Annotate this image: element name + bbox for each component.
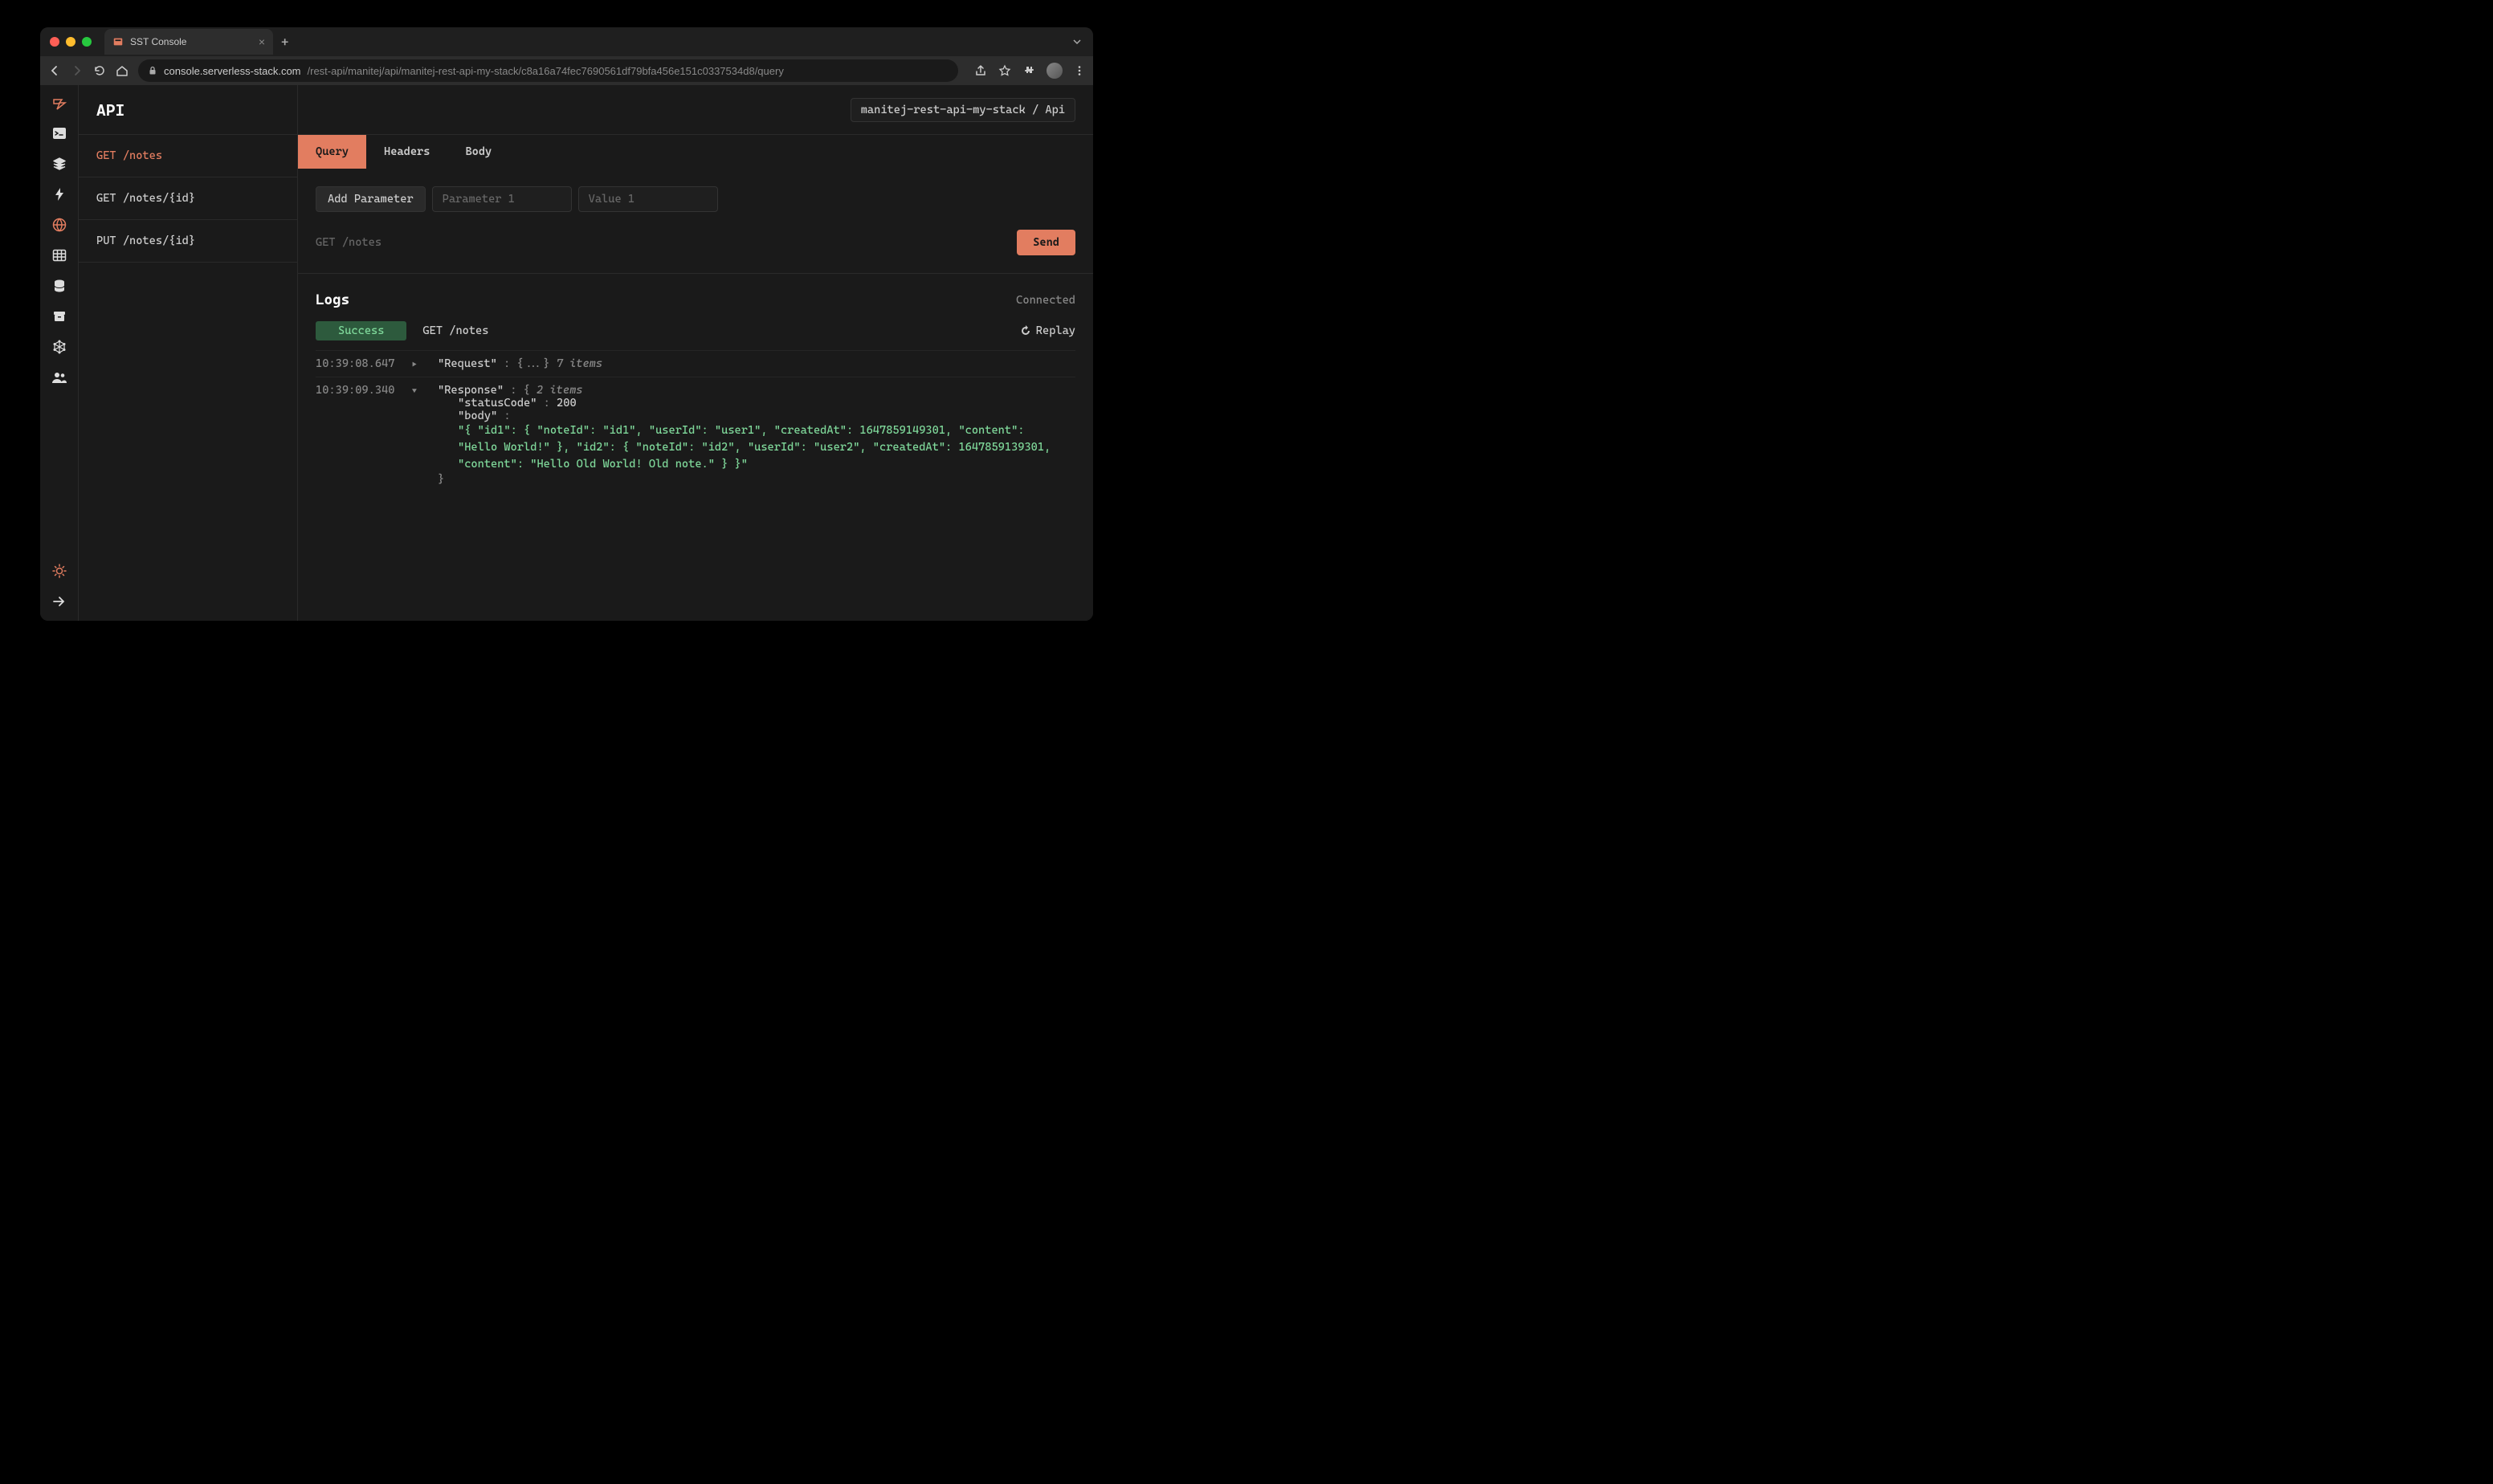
lock-icon — [148, 66, 157, 75]
log-row-response: 10:39:09.340 ▼ "Response" : { 2 items "s… — [316, 377, 1075, 492]
app: API GET /notes GET /notes/{id} PUT /note… — [40, 85, 1093, 621]
main-header: manitej-rest-api-my-stack / Api — [298, 85, 1093, 135]
home-button[interactable] — [116, 64, 129, 77]
logs-section: Logs Connected Success GET /notes Replay… — [298, 273, 1093, 621]
archive-icon[interactable] — [51, 308, 67, 324]
window-controls — [50, 37, 92, 47]
graphql-icon[interactable] — [51, 339, 67, 355]
extensions-icon[interactable] — [1022, 64, 1035, 77]
url-field[interactable]: console.serverless-stack.com/rest-api/ma… — [138, 59, 958, 82]
status-badge: Success — [316, 321, 406, 340]
main-panel: manitej-rest-api-my-stack / Api Query He… — [298, 85, 1093, 621]
send-button[interactable]: Send — [1017, 230, 1075, 255]
replay-icon — [1020, 325, 1031, 336]
request-tabs: Query Headers Body — [298, 135, 1093, 169]
browser-toolbar: console.serverless-stack.com/rest-api/ma… — [40, 56, 1093, 85]
route-item[interactable]: GET /notes — [79, 135, 297, 177]
timestamp: 10:39:08.647 — [316, 357, 396, 370]
browser-window: SST Console × + console.serverless-stack… — [40, 27, 1093, 621]
tab-body[interactable]: Body — [447, 135, 509, 169]
tab-query[interactable]: Query — [298, 135, 366, 169]
browser-actions — [974, 63, 1085, 79]
log-row-request: 10:39:08.647 ▶ "Request" : {...} 7 items — [316, 350, 1075, 377]
collapse-icon[interactable]: ▼ — [412, 387, 422, 396]
param-name-input[interactable] — [432, 186, 572, 212]
url-host: console.serverless-stack.com — [164, 65, 301, 77]
browser-tab-bar: SST Console × + — [40, 27, 1093, 56]
maximize-window-button[interactable] — [82, 37, 92, 47]
tab-title: SST Console — [130, 36, 186, 47]
back-button[interactable] — [48, 64, 61, 77]
send-row: GET /notes Send — [298, 212, 1093, 273]
connection-status: Connected — [1016, 294, 1075, 307]
collapse-icon[interactable] — [51, 593, 67, 610]
route-item[interactable]: PUT /notes/{id} — [79, 220, 297, 263]
request-path-display: GET /notes — [316, 236, 381, 249]
add-parameter-button[interactable]: Add Parameter — [316, 186, 426, 212]
response-body-string: "{ "id1": { "noteId": "id1", "userId": "… — [458, 422, 1064, 473]
terminal-icon[interactable] — [51, 125, 67, 141]
tab-headers[interactable]: Headers — [366, 135, 447, 169]
route-sidebar: API GET /notes GET /notes/{id} PUT /note… — [79, 85, 298, 621]
tabs-menu-icon[interactable] — [1072, 37, 1082, 47]
log-summary-row: Success GET /notes Replay — [316, 321, 1075, 340]
bookmark-icon[interactable] — [998, 64, 1011, 77]
logs-title: Logs — [316, 292, 349, 308]
reload-button[interactable] — [93, 64, 106, 77]
minimize-window-button[interactable] — [66, 37, 75, 47]
globe-icon[interactable] — [51, 217, 67, 233]
url-path: /rest-api/manitej/api/manitej-rest-api-m… — [308, 65, 784, 77]
left-rail — [40, 85, 79, 621]
new-tab-button[interactable]: + — [281, 35, 288, 50]
browser-menu-icon[interactable] — [1074, 65, 1085, 76]
expand-icon[interactable]: ▶ — [412, 361, 422, 369]
profile-avatar[interactable] — [1047, 63, 1063, 79]
replay-label: Replay — [1036, 324, 1075, 337]
timestamp: 10:39:09.340 — [316, 384, 396, 397]
route-item[interactable]: GET /notes/{id} — [79, 177, 297, 220]
logs-header: Logs Connected — [316, 292, 1075, 308]
database-icon[interactable] — [51, 278, 67, 294]
favicon-icon — [112, 36, 124, 47]
browser-tab[interactable]: SST Console × — [104, 29, 273, 55]
log-request-summary: "Request" : {...} 7 items — [438, 357, 602, 370]
close-tab-button[interactable]: × — [259, 35, 265, 48]
theme-toggle-icon[interactable] — [51, 563, 67, 579]
stack-breadcrumb[interactable]: manitej-rest-api-my-stack / Api — [851, 98, 1075, 122]
table-icon[interactable] — [51, 247, 67, 263]
logo-icon[interactable] — [51, 95, 67, 111]
layers-icon[interactable] — [51, 156, 67, 172]
forward-button[interactable] — [71, 64, 84, 77]
log-response-body: "Response" : { 2 items "statusCode" : 20… — [438, 384, 1064, 486]
log-summary-path: GET /notes — [422, 324, 488, 337]
replay-button[interactable]: Replay — [1020, 324, 1075, 337]
close-window-button[interactable] — [50, 37, 59, 47]
bolt-icon[interactable] — [51, 186, 67, 202]
params-row: Add Parameter — [298, 169, 1093, 212]
page-title: API — [79, 85, 297, 135]
users-icon[interactable] — [51, 369, 67, 385]
share-icon[interactable] — [974, 64, 987, 77]
param-value-input[interactable] — [578, 186, 718, 212]
